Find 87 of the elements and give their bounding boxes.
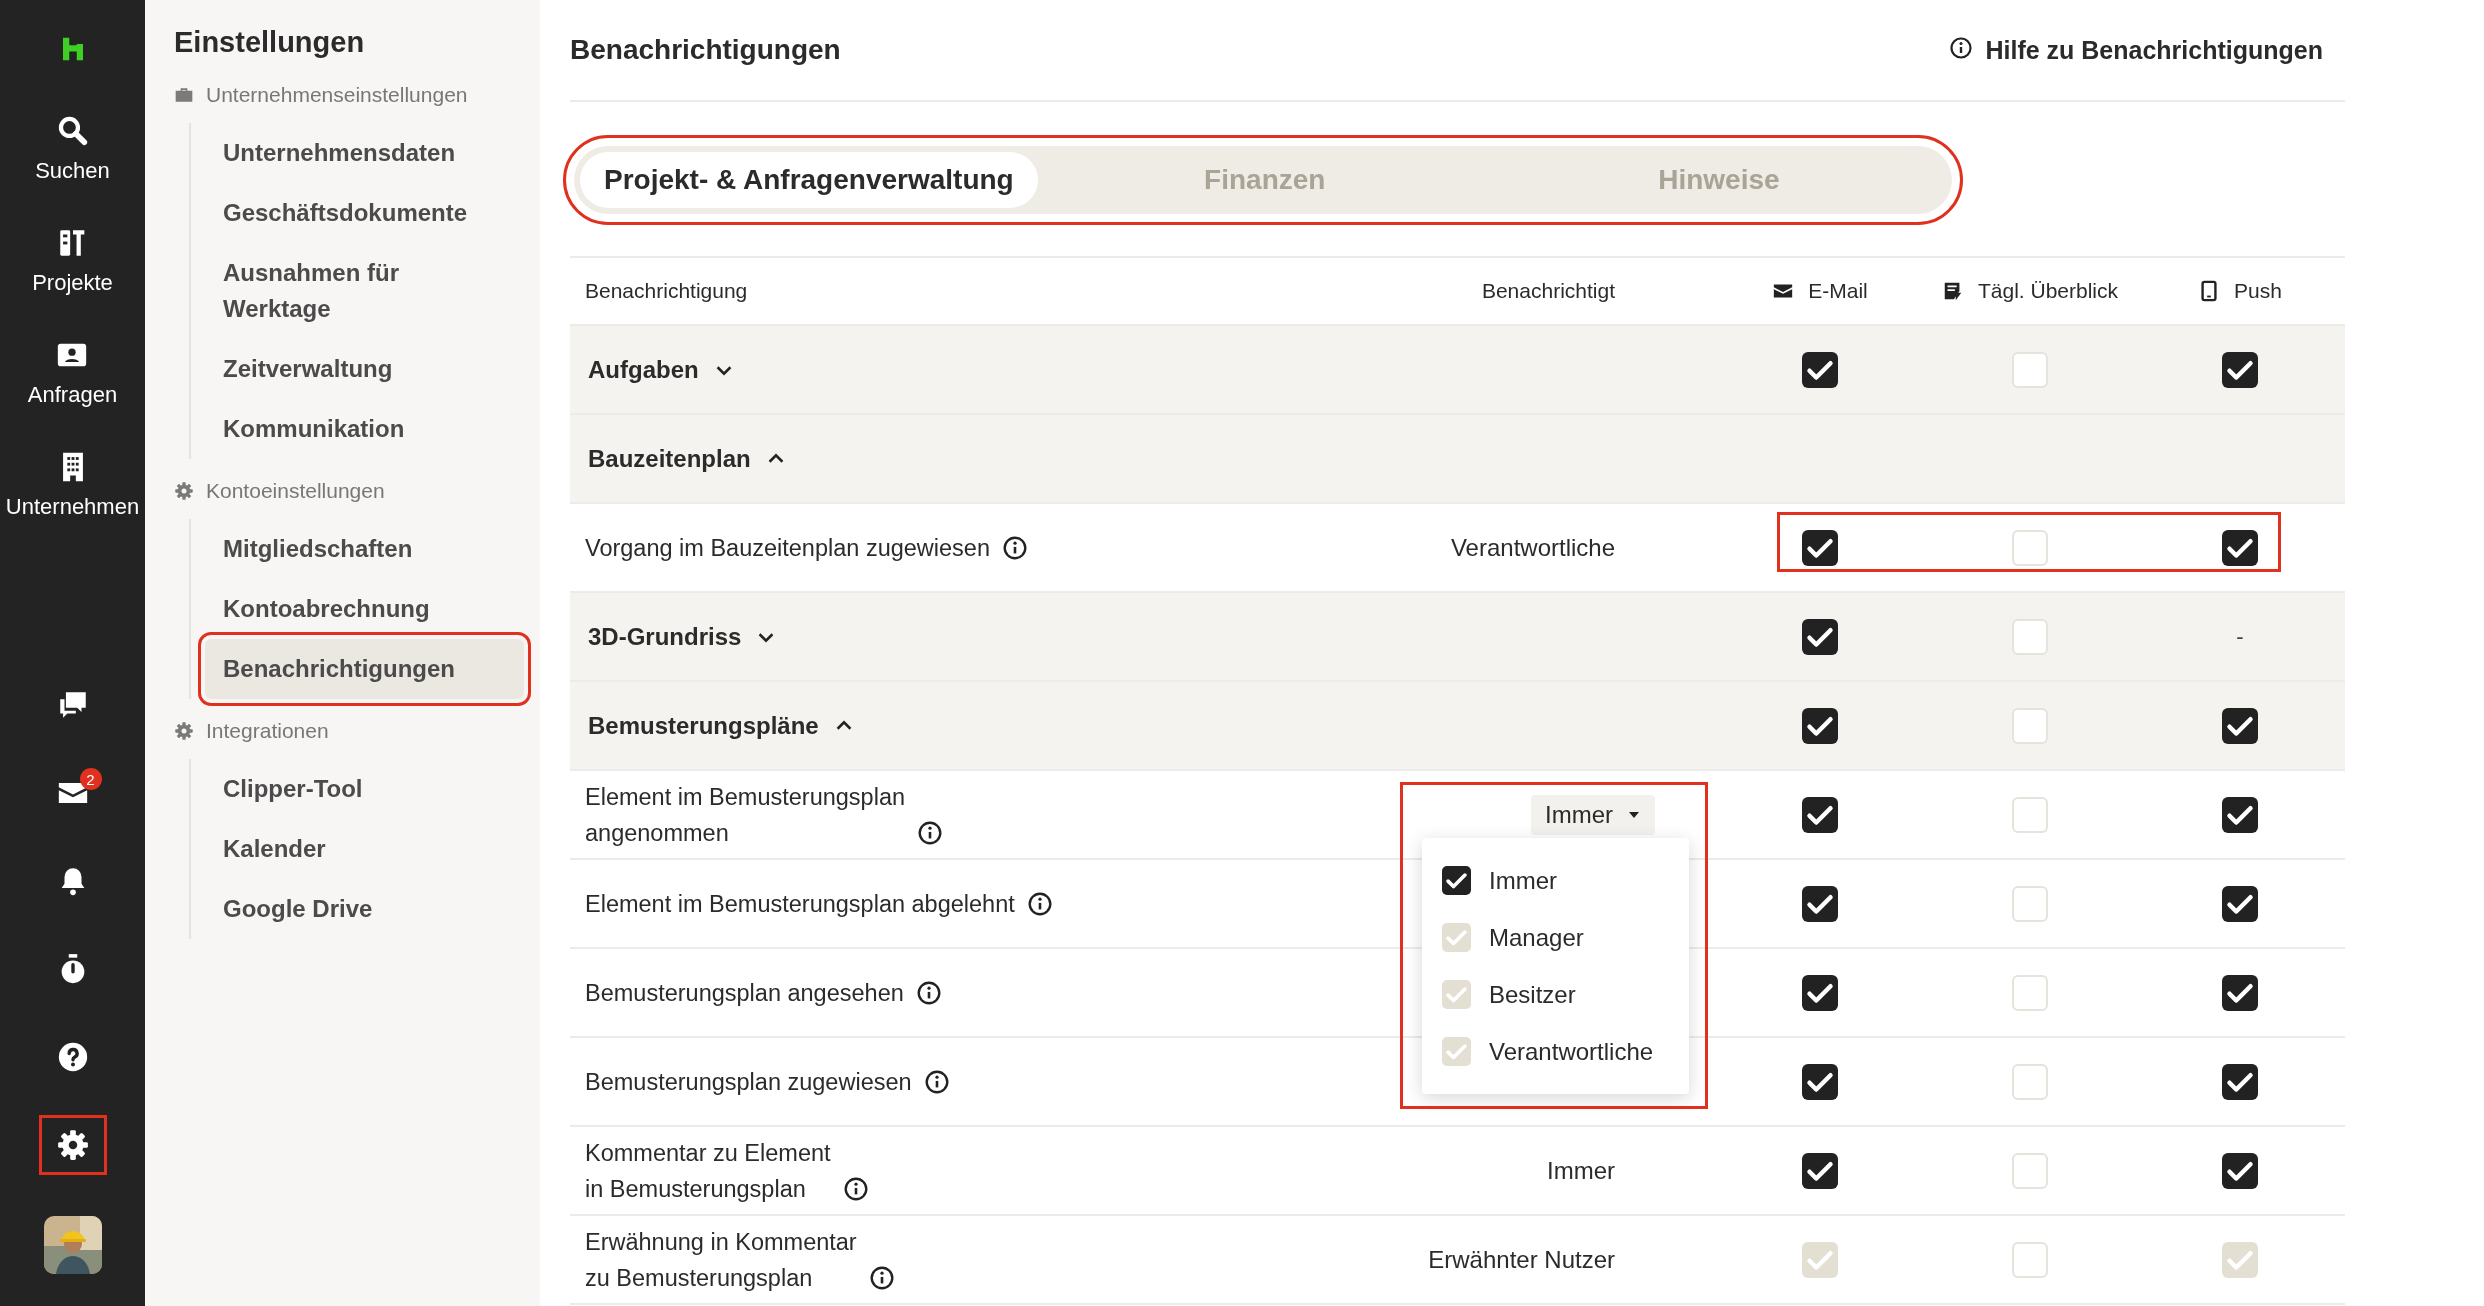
- caret-icon: [1627, 809, 1641, 820]
- rail-item[interactable]: Unternehmen: [0, 444, 150, 526]
- recipient-text: Verantwortliche: [1450, 533, 1615, 562]
- group-toggle[interactable]: 3D-Grundriss: [570, 622, 1347, 651]
- nav-item[interactable]: Unternehmensdaten: [205, 123, 524, 183]
- notification-name: Erwähnung in Kommentar zu Bemusterungsplan: [585, 1227, 857, 1293]
- info-icon[interactable]: [923, 1068, 950, 1095]
- checkbox[interactable]: [2012, 1241, 2048, 1278]
- checkbox[interactable]: [2012, 707, 2048, 744]
- nav-item[interactable]: Kalender: [205, 819, 524, 879]
- checkbox[interactable]: [1442, 866, 1471, 895]
- nav-item[interactable]: Clipper-Tool: [205, 759, 524, 819]
- section-heading: Integrationen: [206, 719, 329, 743]
- info-icon[interactable]: [1002, 534, 1028, 561]
- rail-item[interactable]: [41, 1118, 104, 1172]
- checkbox[interactable]: [1802, 618, 1838, 655]
- notification-name: Bemusterungsplan zugewiesen: [585, 1067, 912, 1097]
- nav-item[interactable]: Kontoabrechnung: [205, 579, 524, 639]
- checkbox[interactable]: [1802, 796, 1838, 833]
- nav-item[interactable]: Geschäftsdokumente: [205, 183, 524, 243]
- recipient-text: Erwähnter Nutzer: [1428, 1245, 1615, 1274]
- checkbox[interactable]: [2222, 974, 2258, 1011]
- nav-item[interactable]: Kommunikation: [205, 399, 524, 459]
- notification-name: Vorgang im Bauzeitenplan zugewiesen: [585, 533, 990, 563]
- column-header: Benachrichtigung: [585, 279, 748, 302]
- checkbox[interactable]: [2222, 1152, 2258, 1189]
- checkbox[interactable]: [2222, 796, 2258, 833]
- checkbox[interactable]: [2222, 885, 2258, 922]
- briefcase-icon: [174, 85, 194, 105]
- info-icon[interactable]: [915, 979, 942, 1006]
- rail-item[interactable]: Anfragen: [17, 332, 128, 414]
- info-icon[interactable]: [1949, 35, 1974, 60]
- checkbox[interactable]: [2012, 1152, 2048, 1189]
- recipient-text: Immer: [1547, 1156, 1615, 1185]
- checkbox[interactable]: [2012, 1063, 2048, 1100]
- checkbox[interactable]: [1802, 974, 1838, 1011]
- nav-item[interactable]: Mitgliedschaften: [205, 519, 524, 579]
- info-icon[interactable]: [842, 1175, 869, 1202]
- section-heading: Kontoeinstellungen: [206, 479, 385, 503]
- checkbox[interactable]: [2012, 885, 2048, 922]
- rail-item[interactable]: 2: [41, 766, 104, 820]
- checkbox[interactable]: [2222, 529, 2258, 566]
- checkbox[interactable]: [2012, 351, 2048, 388]
- settings-title: Einstellungen: [174, 26, 366, 59]
- group-toggle[interactable]: Bauzeitenplan: [570, 444, 1347, 473]
- settings-icon: [55, 1128, 90, 1162]
- rail-item[interactable]: Suchen: [25, 108, 120, 190]
- nav-item[interactable]: Google Drive: [205, 879, 524, 939]
- tab[interactable]: Projekt- & Anfragenverwaltung: [580, 152, 1038, 208]
- checkbox[interactable]: [1802, 529, 1838, 566]
- notification-name: Bemusterungsplan angesehen: [585, 978, 904, 1008]
- info-icon[interactable]: [917, 819, 943, 846]
- checkbox[interactable]: [2012, 618, 2048, 655]
- nav-item[interactable]: Zeitverwaltung: [205, 339, 524, 399]
- checkbox[interactable]: [2012, 974, 2048, 1011]
- settings-icon: [174, 481, 194, 501]
- checkbox[interactable]: [1802, 707, 1838, 744]
- column-header: Benachrichtigt: [1481, 279, 1615, 302]
- help-link[interactable]: Hilfe zu Benachrichtigungen: [1937, 35, 2323, 65]
- checkbox[interactable]: [1802, 1152, 1838, 1189]
- page-title: Benachrichtigungen: [570, 34, 841, 66]
- group-toggle[interactable]: Bemusterungspläne: [570, 711, 1347, 740]
- section-heading: Unternehmenseinstellungen: [206, 83, 468, 107]
- rail-item[interactable]: Projekte: [22, 220, 123, 302]
- checkbox[interactable]: [1802, 885, 1838, 922]
- checkbox[interactable]: [1802, 1063, 1838, 1100]
- info-icon[interactable]: [1026, 890, 1053, 917]
- checkbox[interactable]: [2222, 1063, 2258, 1100]
- checkbox[interactable]: [1802, 351, 1838, 388]
- nav-item[interactable]: Ausnahmen für Werktage: [205, 243, 524, 339]
- count-badge: 2: [79, 768, 102, 790]
- column-header: Push: [2234, 279, 2282, 303]
- column-header: E-Mail: [1808, 279, 1868, 303]
- checkbox[interactable]: [2222, 707, 2258, 744]
- notification-name: Element im Bemusterungsplan angenommen: [585, 782, 905, 848]
- group-toggle[interactable]: Aufgaben: [570, 355, 1347, 384]
- dropdown[interactable]: Immer: [1531, 794, 1655, 835]
- checkbox[interactable]: [2222, 351, 2258, 388]
- checkbox[interactable]: [2012, 796, 2048, 833]
- notification-name: Element im Bemusterungsplan abgelehnt: [585, 889, 1015, 919]
- settings-icon: [174, 721, 194, 741]
- column-header: Tägl. Überblick: [1977, 279, 2119, 303]
- notification-name: Kommentar zu Element in Bemusterungsplan: [585, 1138, 831, 1204]
- info-icon[interactable]: [868, 1264, 895, 1291]
- checkbox[interactable]: [2012, 529, 2048, 566]
- dash-text: -: [2236, 623, 2244, 650]
- menu-option[interactable]: Immer: [1489, 866, 1557, 895]
